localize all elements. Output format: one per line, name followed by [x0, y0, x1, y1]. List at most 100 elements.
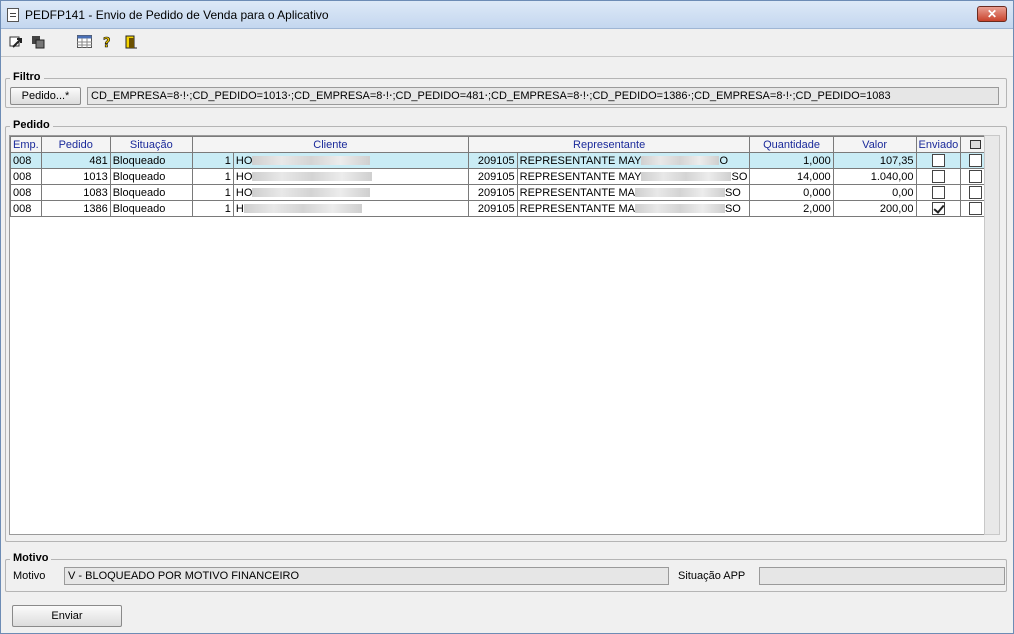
col-enviado[interactable]: Enviado — [915, 136, 962, 153]
grid-scrollbar[interactable] — [984, 135, 1000, 535]
cell-quantidade[interactable]: 2,000 — [749, 200, 834, 217]
cell-representante-code[interactable]: 209105 — [467, 152, 518, 169]
cell-quantidade[interactable]: 1,000 — [749, 152, 834, 169]
cell-cliente-name[interactable]: H — [232, 200, 469, 217]
cell-representante-code[interactable]: 209105 — [467, 184, 518, 201]
orders-table: Emp. Pedido Situação Cliente Representan… — [10, 136, 991, 217]
copy-icon[interactable] — [31, 35, 45, 49]
redacted-text — [252, 188, 371, 198]
table-row[interactable]: 008 1013 Bloqueado 1 HO 209105 REPRESENTANTE M… — [10, 168, 991, 185]
orders-grid: Emp. Pedido Situação Cliente Representan… — [9, 135, 992, 535]
cell-cliente-code[interactable]: 1 — [191, 168, 234, 185]
export-icon[interactable] — [9, 35, 23, 49]
cell-representante-name[interactable]: REPRESENTANTE MAY O — [516, 152, 751, 169]
filter-expression-field[interactable]: CD_EMPRESA=8⋅!⋅;CD_PEDIDO=1013⋅;CD_EMPRE… — [87, 87, 999, 105]
row-select-checkbox[interactable] — [969, 170, 983, 183]
cell-quantidade[interactable]: 0,000 — [749, 184, 834, 201]
cell-valor[interactable]: 107,35 — [832, 152, 917, 169]
select-all-icon[interactable] — [970, 140, 982, 150]
exit-icon[interactable] — [124, 35, 138, 49]
cell-representante-name[interactable]: REPRESENTANTE MAY SO — [516, 168, 751, 185]
representante-name-tail: SO — [724, 202, 741, 215]
cell-situacao-text: Bloqueado — [112, 186, 166, 199]
cell-cliente-code[interactable]: 1 — [191, 184, 234, 201]
cell-representante-name-text: REPRESENTANTE MA — [519, 186, 635, 199]
cell-valor[interactable]: 0,00 — [832, 184, 917, 201]
cell-pedido[interactable]: 1386 — [40, 200, 111, 217]
representante-name-tail: SO — [724, 186, 741, 199]
pedido-legend: Pedido — [10, 119, 53, 131]
col-cliente[interactable]: Cliente — [191, 136, 469, 153]
cell-cliente-name-text: HO — [235, 154, 253, 167]
cell-valor[interactable]: 1.040,00 — [832, 168, 917, 185]
col-quantidade[interactable]: Quantidade — [749, 136, 834, 153]
cell-representante-name[interactable]: REPRESENTANTE MA SO — [516, 200, 751, 217]
cell-pedido-text: 1386 — [83, 202, 108, 215]
col-situacao[interactable]: Situação — [109, 136, 193, 153]
table-row[interactable]: 008 481 Bloqueado 1 HO 209105 REPRESENTANTE MA… — [10, 152, 991, 169]
document-icon — [7, 8, 19, 22]
cell-valor[interactable]: 200,00 — [832, 200, 917, 217]
cell-quantidade-text: 1,000 — [803, 154, 831, 167]
close-button[interactable]: ✕ — [977, 6, 1007, 22]
cell-situacao-text: Bloqueado — [112, 170, 166, 183]
cell-emp[interactable]: 008 — [10, 200, 42, 217]
cell-situacao[interactable]: Bloqueado — [109, 200, 193, 217]
cell-representante-name[interactable]: REPRESENTANTE MA SO — [516, 184, 751, 201]
cell-situacao[interactable]: Bloqueado — [109, 184, 193, 201]
help-icon[interactable]: ? — [101, 35, 115, 52]
cell-cliente-name[interactable]: HO — [232, 184, 469, 201]
col-emp[interactable]: Emp. — [10, 136, 42, 153]
cell-quantidade-text: 2,000 — [803, 202, 831, 215]
cell-valor-text: 0,00 — [892, 186, 914, 199]
redacted-text — [641, 172, 732, 182]
row-select-checkbox[interactable] — [969, 186, 983, 199]
grid-header-row: Emp. Pedido Situação Cliente Representan… — [10, 136, 991, 153]
cell-situacao-text: Bloqueado — [112, 154, 166, 167]
pedido-filter-button[interactable]: Pedido...* — [10, 87, 81, 105]
cell-cliente-code[interactable]: 1 — [191, 152, 234, 169]
cell-cliente-code-text: 1 — [224, 170, 231, 183]
cell-cliente-name-text: HO — [235, 170, 253, 183]
cell-quantidade[interactable]: 14,000 — [749, 168, 834, 185]
cell-representante-code[interactable]: 209105 — [467, 200, 518, 217]
redacted-text — [252, 156, 371, 166]
grid-icon[interactable] — [77, 35, 92, 49]
cell-representante-code-text: 209105 — [477, 170, 515, 183]
redacted-text — [641, 156, 720, 166]
cell-pedido[interactable]: 1083 — [40, 184, 111, 201]
cell-emp[interactable]: 008 — [10, 184, 42, 201]
table-row[interactable]: 008 1083 Bloqueado 1 HO 209105 REPRESENTANTE M… — [10, 184, 991, 201]
cell-enviado — [915, 200, 962, 217]
cell-situacao[interactable]: Bloqueado — [109, 152, 193, 169]
cell-cliente-code[interactable]: 1 — [191, 200, 234, 217]
cell-pedido[interactable]: 481 — [40, 152, 111, 169]
table-row[interactable]: 008 1386 Bloqueado 1 H 209105 REPRESENTANTE MA… — [10, 200, 991, 217]
row-select-checkbox[interactable] — [969, 154, 983, 167]
col-representante[interactable]: Representante — [467, 136, 751, 153]
cell-pedido[interactable]: 1013 — [40, 168, 111, 185]
enviar-button[interactable]: Enviar — [12, 605, 122, 627]
cell-cliente-name[interactable]: HO — [232, 168, 469, 185]
cell-pedido-text: 1083 — [83, 186, 108, 199]
redacted-text — [634, 188, 725, 198]
col-valor[interactable]: Valor — [832, 136, 917, 153]
row-select-checkbox[interactable] — [969, 202, 983, 215]
cell-representante-code[interactable]: 209105 — [467, 168, 518, 185]
cell-situacao[interactable]: Bloqueado — [109, 168, 193, 185]
redacted-text — [243, 204, 362, 214]
cell-quantidade-text: 0,000 — [803, 186, 831, 199]
motivo-label: Motivo — [13, 570, 46, 582]
cell-cliente-name[interactable]: HO — [232, 152, 469, 169]
cell-enviado — [915, 168, 962, 185]
cell-pedido-text: 1013 — [83, 170, 108, 183]
col-pedido[interactable]: Pedido — [40, 136, 111, 153]
toolbar-separator — [1, 56, 1013, 57]
situacao-app-field — [759, 567, 1005, 585]
cell-representante-name-text: REPRESENTANTE MAY — [519, 170, 642, 183]
cell-emp[interactable]: 008 — [10, 168, 42, 185]
enviado-checkbox — [931, 154, 945, 167]
cell-emp-text: 008 — [13, 154, 32, 167]
cell-emp[interactable]: 008 — [10, 152, 42, 169]
cell-enviado — [915, 184, 962, 201]
